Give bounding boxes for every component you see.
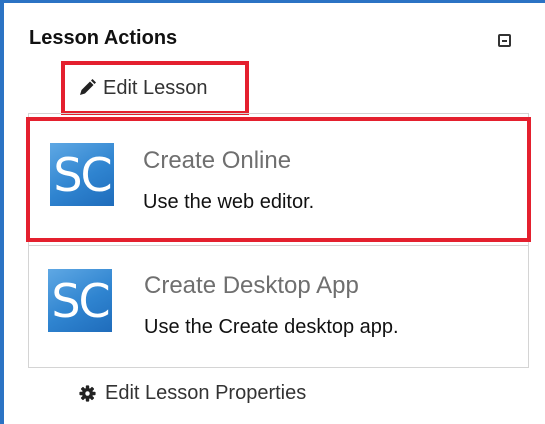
edit-lesson-properties-link[interactable]: Edit Lesson Properties <box>79 382 306 405</box>
collapse-icon[interactable] <box>498 34 511 47</box>
window-frame-top <box>0 0 545 3</box>
create-online-description: Use the web editor. <box>143 191 315 213</box>
panel-title: Lesson Actions <box>29 27 178 49</box>
pencil-icon <box>80 79 96 95</box>
edit-lesson-label: Edit Lesson <box>103 76 208 99</box>
create-desktop-option[interactable]: SC Create Desktop App Use the Create des… <box>29 246 528 367</box>
create-desktop-title: Create Desktop App <box>144 272 359 299</box>
sc-logo-icon: SC <box>48 269 112 332</box>
edit-lesson-properties-label: Edit Lesson Properties <box>105 382 307 404</box>
edit-lesson-link[interactable]: Edit Lesson <box>61 61 249 115</box>
create-online-title: Create Online <box>143 147 292 174</box>
sc-logo-icon: SC <box>50 143 114 206</box>
create-desktop-description: Use the Create desktop app. <box>144 316 399 338</box>
create-online-option[interactable]: SC Create Online Use the web editor. <box>26 117 531 242</box>
window-frame-left <box>0 0 4 424</box>
gear-icon <box>79 385 96 402</box>
